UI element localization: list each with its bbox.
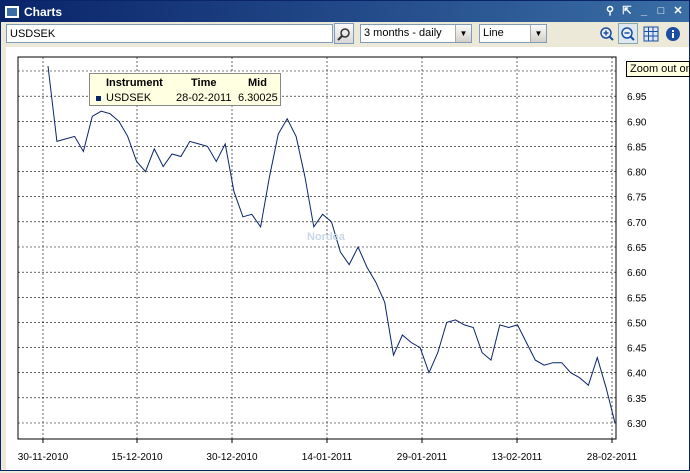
search-icon bbox=[337, 27, 350, 41]
plot-frame bbox=[17, 56, 617, 440]
toolbar: 3 months - daily ▼ Line ▼ bbox=[1, 22, 689, 46]
chart-area[interactable]: 6.30 6.35 6.40 6.45 6.50 6.55 6.60 6.65 6.70 6.75… bbox=[6, 47, 689, 470]
x-tick-label: 14-01-2011 bbox=[302, 452, 353, 463]
period-dropdown-arrow-icon[interactable]: ▼ bbox=[455, 25, 471, 42]
charts-window: Charts ⚲ ⇱ _ □ ✕ 3 months - daily ▼ Line… bbox=[0, 0, 690, 471]
y-tick-label: 6.85 bbox=[627, 142, 647, 153]
y-tick-label: 6.75 bbox=[627, 193, 647, 204]
chart-type-select-value: Line bbox=[483, 27, 504, 39]
y-tick-label: 6.70 bbox=[627, 218, 647, 229]
legend-series-marker bbox=[96, 96, 101, 101]
nordea-watermark: Nordea bbox=[307, 231, 345, 243]
price-chart[interactable]: 6.30 6.35 6.40 6.45 6.50 6.55 6.60 6.65 6.70 6.75… bbox=[6, 47, 689, 470]
y-tick-label: 6.80 bbox=[627, 168, 647, 179]
x-tick-label: 13-02-2011 bbox=[492, 452, 543, 463]
chart-type-dropdown-arrow-icon[interactable]: ▼ bbox=[530, 25, 546, 42]
zoom-in-button[interactable] bbox=[597, 23, 617, 44]
x-tick-label: 30-12-2010 bbox=[206, 452, 258, 463]
window-title: Charts bbox=[24, 4, 63, 19]
maximize-button[interactable]: □ bbox=[654, 4, 668, 18]
pin-icon[interactable]: ⚲ bbox=[603, 4, 617, 18]
legend-instrument-value: USDSEK bbox=[106, 92, 152, 104]
y-tick-label: 6.30 bbox=[627, 419, 647, 430]
x-tick-label: 29-01-2011 bbox=[397, 452, 448, 463]
x-tick-label: 30-11-2010 bbox=[18, 452, 69, 463]
zoom-out-icon bbox=[621, 26, 635, 41]
zoom-out-button[interactable] bbox=[618, 23, 638, 44]
y-tick-label: 6.90 bbox=[627, 117, 647, 128]
chart-type-select[interactable]: Line ▼ bbox=[479, 24, 547, 43]
y-tick-label: 6.55 bbox=[627, 293, 647, 304]
y-tick-label: 6.95 bbox=[627, 92, 647, 103]
info-icon bbox=[666, 26, 680, 41]
search-button[interactable] bbox=[334, 23, 354, 44]
title-bar: Charts ⚲ ⇱ _ □ ✕ bbox=[1, 1, 689, 22]
x-tick-label: 15-12-2010 bbox=[111, 452, 163, 463]
chart-app-icon bbox=[4, 4, 20, 19]
legend-time-value: 28-02-2011 bbox=[176, 92, 232, 104]
info-button[interactable] bbox=[663, 23, 683, 44]
y-tick-label: 6.60 bbox=[627, 268, 647, 279]
y-tick-label: 6.45 bbox=[627, 344, 647, 355]
legend-header-time: Time bbox=[191, 77, 217, 89]
zoom-in-icon bbox=[600, 26, 614, 41]
grid-icon bbox=[643, 26, 659, 41]
close-button[interactable]: ✕ bbox=[671, 4, 685, 18]
y-tick-label: 6.50 bbox=[627, 318, 647, 329]
y-tick-label: 6.35 bbox=[627, 394, 647, 405]
legend-header-instrument: Instrument bbox=[106, 77, 163, 89]
minimize-button[interactable]: _ bbox=[637, 4, 651, 18]
legend-mid-value: 6.30025 bbox=[238, 92, 278, 104]
grid-toggle-button[interactable] bbox=[641, 23, 661, 44]
instrument-legend: Instrument Time Mid USDSEK 28-02-2011 6.… bbox=[89, 73, 281, 106]
undock-icon[interactable]: ⇱ bbox=[620, 4, 634, 18]
period-select-value: 3 months - daily bbox=[364, 27, 442, 39]
zoom-out-tooltip: Zoom out one bbox=[626, 61, 690, 77]
x-tick-label: 28-02-2011 bbox=[587, 452, 638, 463]
instrument-search-input[interactable] bbox=[6, 24, 333, 43]
y-tick-label: 6.65 bbox=[627, 243, 647, 254]
legend-header-mid: Mid bbox=[248, 77, 267, 89]
y-tick-label: 6.40 bbox=[627, 369, 647, 380]
period-select[interactable]: 3 months - daily ▼ bbox=[360, 24, 472, 43]
